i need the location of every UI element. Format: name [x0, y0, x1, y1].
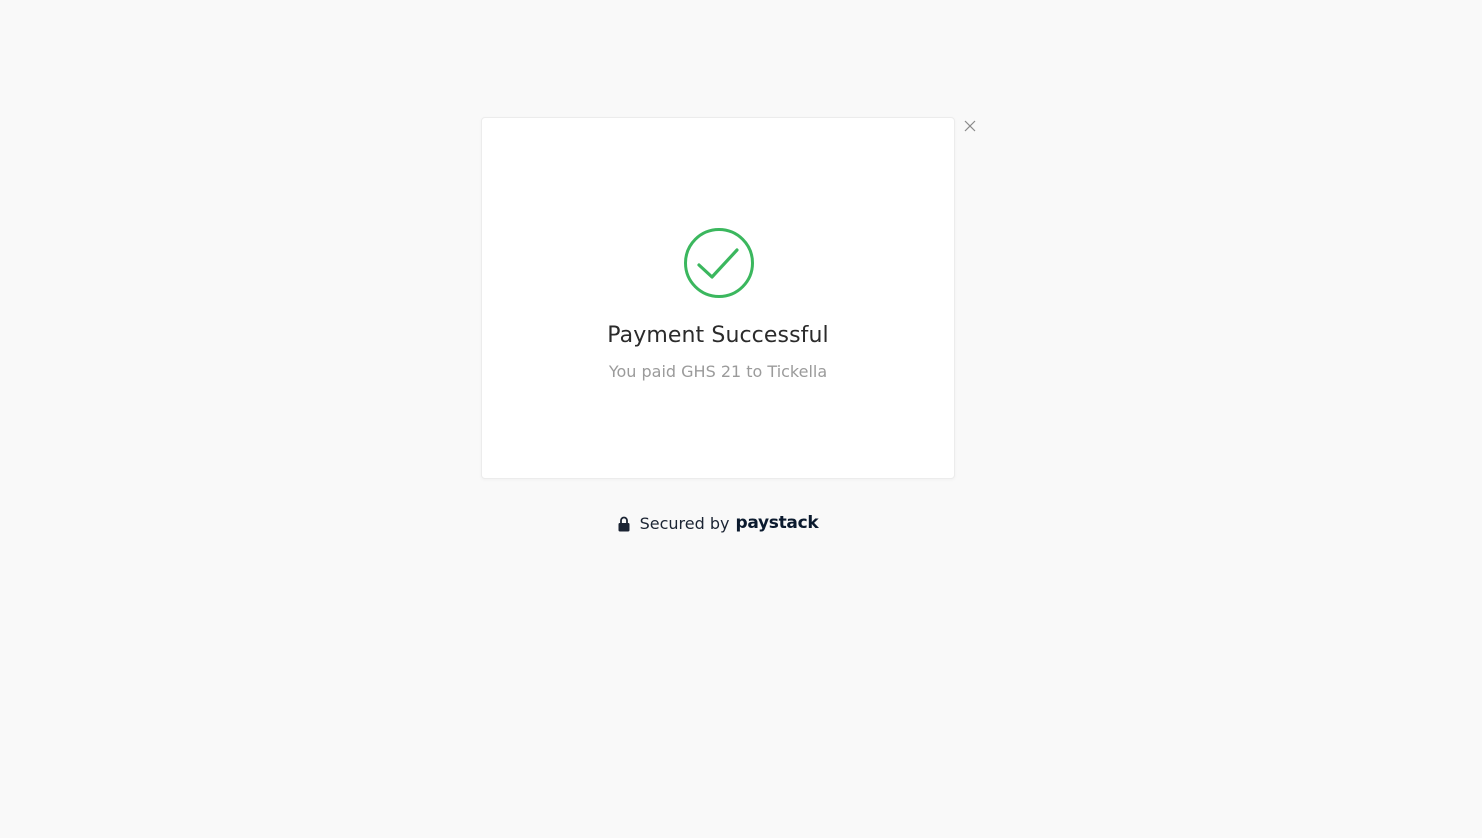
lock-icon [618, 514, 632, 532]
success-title: Payment Successful [607, 323, 829, 348]
success-check-icon [683, 227, 755, 299]
close-button[interactable] [960, 118, 980, 138]
secured-by-footer: Secured by paystack [0, 513, 1436, 533]
success-subtitle: You paid GHS 21 to Tickella [608, 362, 828, 381]
payment-success-modal: Payment Successful You paid GHS 21 to Ti… [481, 117, 955, 479]
paystack-logo: paystack [735, 513, 819, 533]
secured-by-label: Secured by [639, 513, 730, 533]
checkout-page: Payment Successful You paid GHS 21 to Ti… [0, 0, 1482, 838]
close-icon [964, 119, 976, 137]
